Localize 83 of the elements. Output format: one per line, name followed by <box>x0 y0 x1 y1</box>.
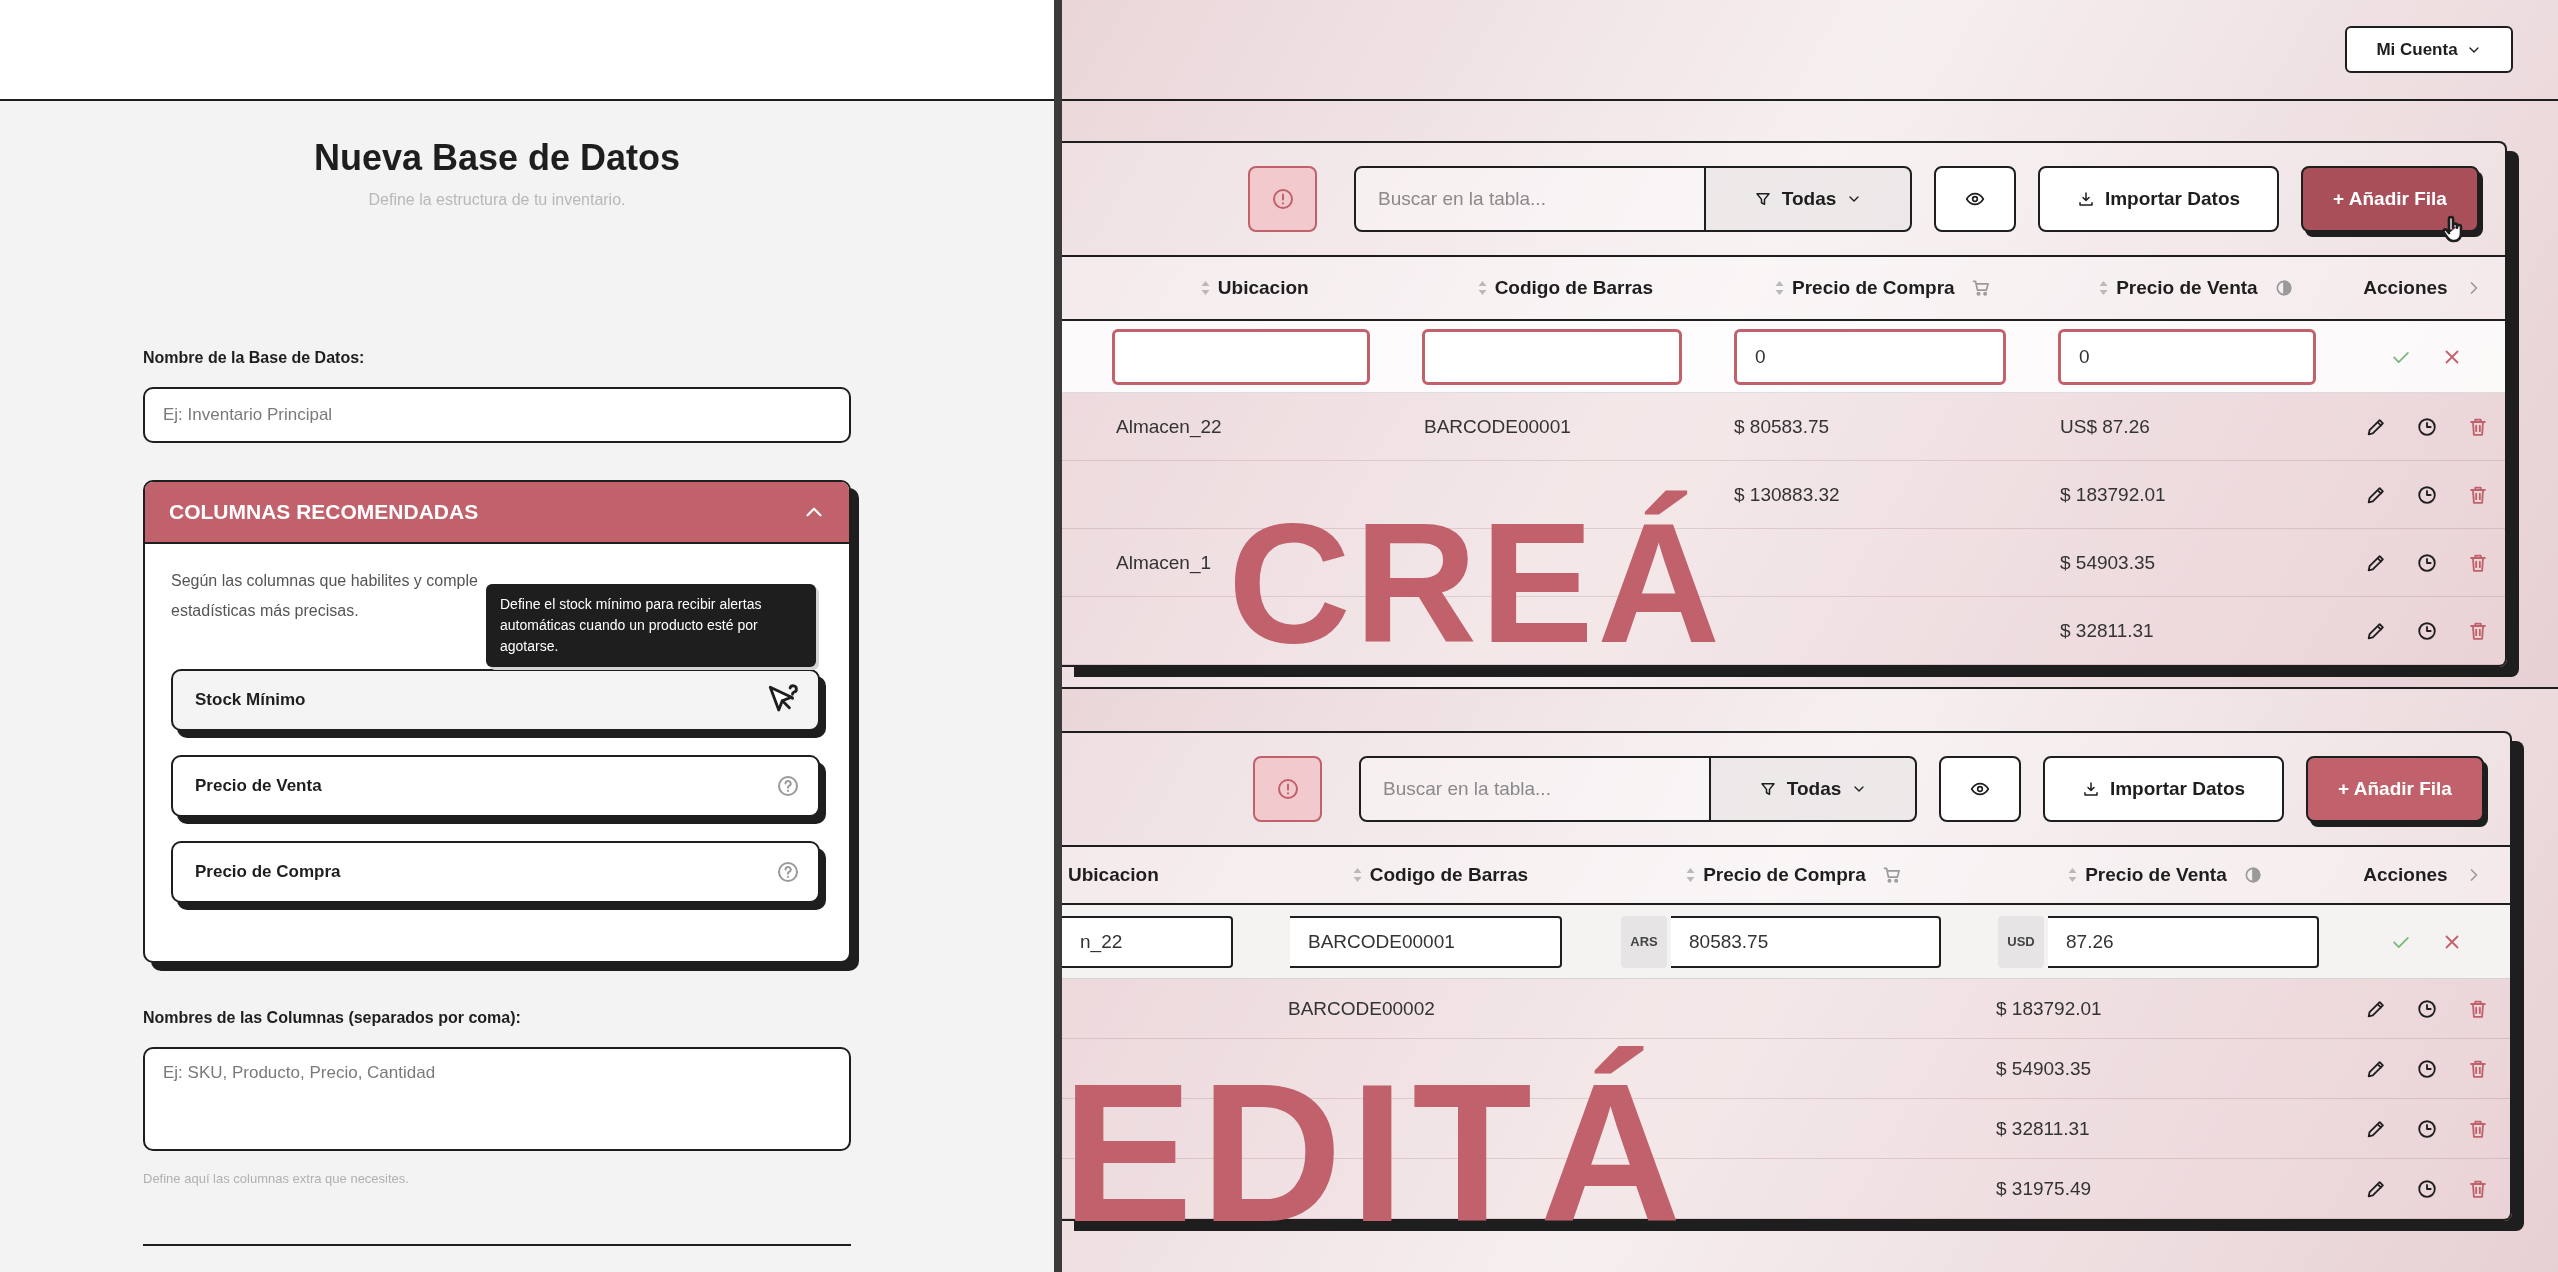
table-input[interactable] <box>1422 328 1682 385</box>
help-icon <box>776 860 800 884</box>
account-menu-button[interactable]: Mi Cuenta <box>2345 26 2513 73</box>
import-button[interactable]: Importar Datos <box>2038 166 2279 232</box>
column-header[interactable]: Precio de Compra <box>1703 864 1866 886</box>
column-header[interactable]: Precio de Venta <box>2116 277 2258 299</box>
table-cell: $ 183792.01 <box>1996 997 2102 1020</box>
column-header[interactable]: Ubicacion <box>1068 864 1159 886</box>
table-cell: BARCODE00002 <box>1288 997 1435 1020</box>
name-input-field[interactable]: Ej: Inventario Principal <box>143 387 851 443</box>
alert-button[interactable] <box>1253 756 1322 822</box>
field-hint: Define aquí las columnas extra que necesites. <box>143 1171 410 1186</box>
table-input[interactable]: BARCODE00001 <box>1290 915 1562 968</box>
column-header[interactable]: Codigo de Barras <box>1494 277 1653 299</box>
accordion-header[interactable]: COLUMNAS RECOMENDADAS <box>145 482 849 544</box>
cart-icon <box>1970 278 1991 298</box>
clock-icon <box>2416 551 2438 574</box>
table-cell: US$ 87.26 <box>2060 415 2150 438</box>
filter-icon <box>1753 190 1772 208</box>
page-title: Nueva Base de Datos <box>312 137 682 179</box>
price-input[interactable]: 80583.75 <box>1671 915 1941 968</box>
column-header[interactable]: Codigo de Barras <box>1369 864 1529 886</box>
table-cell: $ 32811.31 <box>2060 619 2154 642</box>
table-cell: Almacen_22 <box>1116 415 1222 438</box>
clock-icon <box>2416 483 2438 506</box>
visibility-button[interactable] <box>1939 756 2021 822</box>
cart-icon <box>1881 865 1902 885</box>
currency-label: USD <box>1998 915 2044 968</box>
visibility-button[interactable] <box>1934 166 2016 232</box>
clock-icon <box>2416 1177 2438 1200</box>
search-field[interactable]: Buscar en la tabla... Todas <box>1359 756 1917 822</box>
sort-icon <box>1775 280 1785 296</box>
import-button[interactable]: Importar Datos <box>2043 756 2284 822</box>
table-cell: Almacen_1 <box>1116 551 1212 574</box>
table-cell: $ 54903.35 <box>1996 1057 2092 1080</box>
table-cell: $ 32811.31 <box>1996 1117 2090 1140</box>
sort-icon <box>1686 867 1696 883</box>
overlay-headline: CREÁ <box>1228 487 1724 680</box>
table-cell: $ 183792.01 <box>2060 483 2166 506</box>
overlay-headline: EDITÁ <box>1062 1043 1690 1265</box>
sort-icon <box>2068 867 2078 883</box>
table-input[interactable]: 0 <box>1734 328 2006 385</box>
filter-dropdown[interactable]: Todas <box>1704 168 1910 230</box>
currency-label: ARS <box>1621 915 1667 968</box>
sort-icon <box>2099 280 2109 296</box>
page-subtitle: Define la estructura de tu inventario. <box>367 191 627 209</box>
table-cell: $ 80583.75 <box>1734 415 1830 438</box>
column-header[interactable]: Precio de Compra <box>1792 277 1955 299</box>
help-icon <box>776 774 800 798</box>
description-text: estadísticas más precisas. <box>171 601 359 621</box>
description-text: Según las columnas que habilites y comple <box>171 571 478 591</box>
alert-icon <box>1270 187 1295 211</box>
clock-icon <box>2416 415 2438 438</box>
column-header: Acciones <box>2363 864 2448 886</box>
table-cell: $ 54903.35 <box>2060 551 2156 574</box>
field-label: Nombre de la Base de Datos: <box>143 349 366 367</box>
clock-icon <box>2416 1057 2438 1080</box>
table-cell: $ 130883.32 <box>1734 483 1840 506</box>
sort-icon <box>1352 867 1362 883</box>
price-input[interactable]: 87.26 <box>2048 915 2319 968</box>
column-header[interactable]: Precio de Venta <box>2085 864 2227 886</box>
filter-icon <box>1758 780 1777 798</box>
sort-icon <box>1200 280 1210 296</box>
table-cell: BARCODE00001 <box>1424 415 1571 438</box>
table-input[interactable]: 0 <box>2058 328 2316 385</box>
table-input[interactable] <box>1112 328 1370 385</box>
column-header[interactable]: Ubicacion <box>1217 277 1309 299</box>
search-field[interactable]: Buscar en la tabla... Todas <box>1354 166 1912 232</box>
download-icon <box>2081 780 2100 798</box>
field-label: Nombres de las Columnas (separados por coma): <box>143 1009 522 1027</box>
clock-icon <box>2416 619 2438 642</box>
clock-icon <box>2416 1117 2438 1140</box>
alert-button[interactable] <box>1248 166 1317 232</box>
clock-icon <box>2416 997 2438 1020</box>
alert-icon <box>1275 777 1300 801</box>
column-header: Acciones <box>2363 277 2448 299</box>
download-icon <box>2076 190 2095 208</box>
columns-input-field[interactable]: Ej: SKU, Producto, Precio, Cantidad <box>143 1047 851 1151</box>
filter-dropdown[interactable]: Todas <box>1709 758 1915 820</box>
sort-icon <box>1477 280 1487 296</box>
tooltip: Define el stock mínimo para recibir alertas automáticas cuando un producto esté por agotarse. <box>486 584 816 667</box>
table-input[interactable]: n_22 <box>1062 915 1233 968</box>
table-cell: $ 31975.49 <box>1996 1177 2092 1200</box>
